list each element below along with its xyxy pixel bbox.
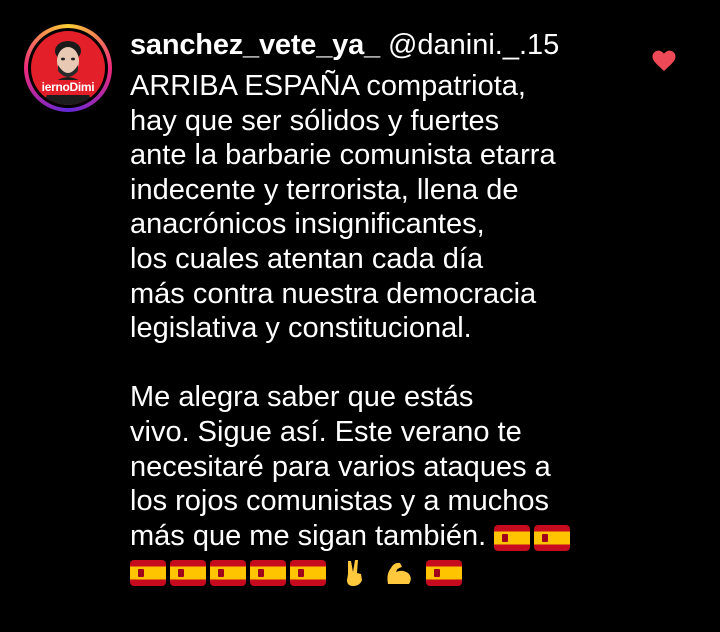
comment-header: sanchez_vete_ya_ @danini._.15 xyxy=(130,28,559,62)
comment-line: anacrónicos insignificantes, xyxy=(130,208,485,241)
spain-flag-icon xyxy=(210,559,246,586)
comment-line: necesitaré para varios ataques a xyxy=(130,450,551,483)
comment-line: indecente y terrorista, llena de xyxy=(130,173,519,206)
spain-flag-icon xyxy=(494,525,531,552)
comment: iernoDimi sanchez_vete_ya_ @danini._.15 A… xyxy=(0,0,720,632)
comment-line: ante la barbarie comunista etarra xyxy=(130,139,556,172)
emoji-group xyxy=(130,554,466,589)
spain-flag-icon xyxy=(130,559,166,586)
spain-flag-icon xyxy=(426,559,463,586)
comment-line: más contra nuestra democracia xyxy=(130,277,537,310)
comment-text: ARRIBA ESPAÑA compatriota, hay que ser s… xyxy=(130,69,690,588)
victory-hand-icon xyxy=(347,559,363,586)
comment-line-with-flags: más que me sigan también. xyxy=(130,519,690,554)
avatar-overlay-text: iernoDimi xyxy=(31,80,105,95)
comment-line: legislativa y constitucional. xyxy=(130,312,472,345)
comment-line: ARRIBA ESPAÑA compatriota, xyxy=(130,70,526,102)
emoji-line xyxy=(130,553,690,588)
comment-line: los cuales atentan cada día xyxy=(130,242,484,275)
comment-blank-line xyxy=(130,346,690,381)
emoji-group xyxy=(494,520,574,555)
avatar-border: iernoDimi xyxy=(28,28,108,108)
username[interactable]: sanchez_vete_ya_ xyxy=(130,29,380,61)
comment-line: los rojos comunistas y a muchos xyxy=(130,485,550,518)
comment-line: vivo. Sigue así. Este verano te xyxy=(130,415,522,448)
spain-flag-icon xyxy=(290,559,326,586)
avatar-image: iernoDimi xyxy=(31,31,105,105)
spain-flag-icon xyxy=(250,559,286,586)
comment-line: hay que ser sólidos y fuertes xyxy=(130,104,500,137)
comment-line: Me alegra saber que estás xyxy=(130,381,474,414)
spain-flag-icon xyxy=(534,525,571,552)
comment-line-text: más que me sigan también. xyxy=(130,519,487,552)
flexed-biceps-icon xyxy=(387,562,411,584)
user-handle[interactable]: @danini._.15 xyxy=(388,29,559,61)
spain-flag-icon xyxy=(170,559,206,586)
avatar[interactable]: iernoDimi xyxy=(24,24,112,112)
